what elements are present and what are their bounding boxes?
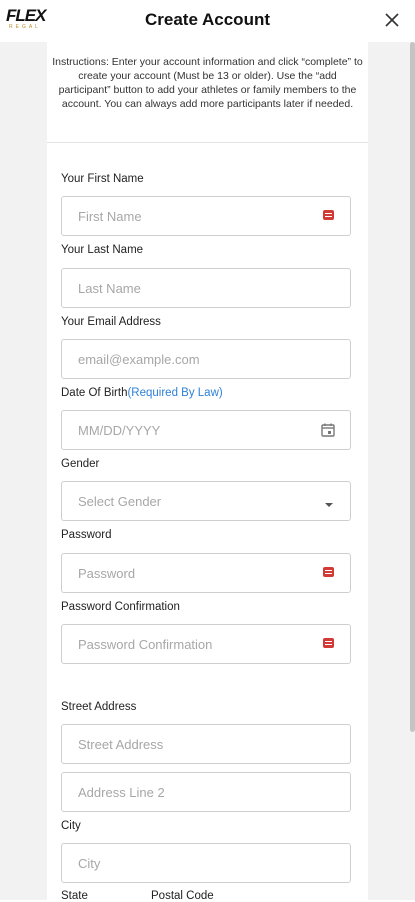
password-input[interactable]: Password (61, 553, 351, 593)
gender-placeholder: Select Gender (78, 494, 162, 509)
first-name-label: Your First Name (61, 173, 144, 185)
page-title: Create Account (144, 10, 270, 29)
autofill-key-icon[interactable] (323, 567, 336, 580)
calendar-icon[interactable] (320, 422, 336, 438)
autofill-key-icon[interactable] (323, 638, 336, 651)
email-input[interactable]: email@example.com (61, 339, 351, 379)
account-form: Instructions: Enter your account informa… (47, 42, 368, 902)
chevron-down-icon (323, 497, 336, 510)
dob-placeholder: MM/DD/YYYY (78, 423, 161, 438)
postal-code-label: Postal Code (151, 890, 214, 902)
last-name-label: Your Last Name (61, 244, 144, 256)
street-address-input[interactable]: Street Address (61, 724, 351, 764)
first-name-placeholder: First Name (78, 209, 142, 224)
email-placeholder: email@example.com (78, 352, 200, 367)
dob-label-text: Date Of Birth (61, 387, 128, 399)
gender-label: Gender (61, 458, 100, 470)
divider (47, 142, 368, 143)
password-confirm-label: Password Confirmation (61, 601, 180, 613)
password-confirm-placeholder: Password Confirmation (78, 637, 213, 652)
last-name-input[interactable]: Last Name (61, 268, 351, 308)
close-icon[interactable] (381, 9, 403, 31)
email-label: Your Email Address (61, 316, 161, 328)
city-placeholder: City (78, 856, 101, 871)
street-address-label: Street Address (61, 701, 137, 713)
password-placeholder: Password (78, 566, 136, 581)
scrollbar[interactable] (410, 42, 415, 732)
gender-select[interactable]: Select Gender (61, 481, 351, 521)
dob-required-note[interactable]: (Required By Law) (127, 387, 222, 399)
address-line-2-input[interactable]: Address Line 2 (61, 772, 351, 812)
dob-label: Date Of Birth(Required By Law) (61, 387, 223, 399)
autofill-key-icon[interactable] (323, 210, 336, 223)
password-label: Password (61, 529, 112, 541)
state-label: State (61, 890, 88, 902)
city-input[interactable]: City (61, 843, 351, 883)
street-address-placeholder: Street Address (78, 737, 164, 752)
address-line-2-placeholder: Address Line 2 (78, 785, 165, 800)
dob-input[interactable]: MM/DD/YYYY (61, 410, 351, 450)
last-name-placeholder: Last Name (78, 281, 141, 296)
instructions-text: Instructions: Enter your account informa… (52, 56, 363, 110)
first-name-input[interactable]: First Name (61, 196, 351, 236)
password-confirm-input[interactable]: Password Confirmation (61, 624, 351, 664)
app-header: FLEX REGAL Create Account (0, 0, 415, 42)
city-label: City (61, 820, 81, 832)
